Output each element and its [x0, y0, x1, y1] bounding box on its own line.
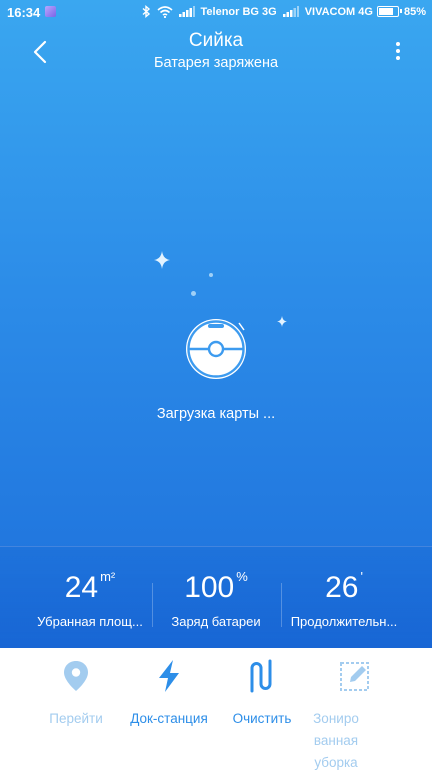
- map-area[interactable]: Загрузка карты ...: [0, 84, 432, 546]
- stat-unit: m²: [100, 569, 116, 584]
- status-bar: 16:34 Telenor BG 3G VIVACOM 4G 85%: [0, 0, 432, 24]
- status-time: 16:34: [7, 5, 41, 20]
- stat-battery-charge: 100% Заряд батареи: [144, 547, 288, 648]
- wifi-icon: [156, 5, 173, 18]
- zone-cleaning-label: Зониро ванная уборка: [313, 711, 359, 770]
- robot-vacuum-icon: [186, 319, 246, 379]
- page-title: Сийка: [188, 30, 244, 51]
- app-screen: 16:34 Telenor BG 3G VIVACOM 4G 85% Сийка…: [0, 0, 432, 648]
- more-vertical-icon: [396, 42, 400, 60]
- page-subtitle: Батарея заряжена: [153, 55, 279, 71]
- carrier-2-label: VIVACOM 4G: [304, 5, 373, 18]
- stat-cleaned-area: 24 m² Убранная площ...: [18, 547, 162, 648]
- map-loading-text: Загрузка карты ...: [156, 406, 276, 422]
- stat-label: Заряд батареи: [171, 614, 261, 629]
- clean-path-icon: [250, 659, 272, 693]
- stat-unit: %: [236, 569, 248, 584]
- stat-value: 26: [325, 571, 359, 604]
- battery-percent: 85%: [403, 5, 426, 18]
- bluetooth-icon: [142, 5, 150, 18]
- carrier-1-label: Telenor BG 3G: [200, 5, 277, 18]
- cleaning-stats: 24 m² Убранная площ... 100% Заряд батареи…: [0, 546, 432, 648]
- sparkle-icon: [277, 316, 287, 327]
- app-notification-icon: [45, 6, 56, 17]
- sparkle-icon: [154, 251, 170, 269]
- stat-value: 24: [64, 571, 99, 604]
- sparkle-dot: [191, 291, 196, 296]
- dock-label: Док-станция: [130, 711, 208, 726]
- stat-value: 100: [184, 571, 235, 604]
- signal-icon-1: [178, 6, 195, 17]
- location-pin-icon: [64, 661, 88, 691]
- go-to-label: Перейти: [49, 711, 103, 726]
- stat-label: Продолжительн...: [290, 614, 398, 629]
- clean-label: Очистить: [232, 711, 292, 726]
- more-options-button[interactable]: [394, 40, 402, 62]
- battery-icon: [376, 6, 402, 17]
- stat-unit: ': [360, 569, 363, 584]
- lightning-icon: [159, 660, 179, 692]
- sparkle-dot: [209, 273, 213, 277]
- stat-label: Убранная площ...: [37, 614, 143, 629]
- zone-edit-icon: [340, 662, 369, 691]
- status-right-group: Telenor BG 3G VIVACOM 4G 85%: [142, 5, 426, 18]
- header: Сийка Батарея заряжена: [0, 24, 432, 84]
- stat-duration: 26 ' Продолжительн...: [272, 547, 416, 648]
- signal-icon-2: [282, 6, 299, 17]
- bottom-action-bar: Перейти Док-станция Очистить Зониро ванн…: [0, 648, 432, 770]
